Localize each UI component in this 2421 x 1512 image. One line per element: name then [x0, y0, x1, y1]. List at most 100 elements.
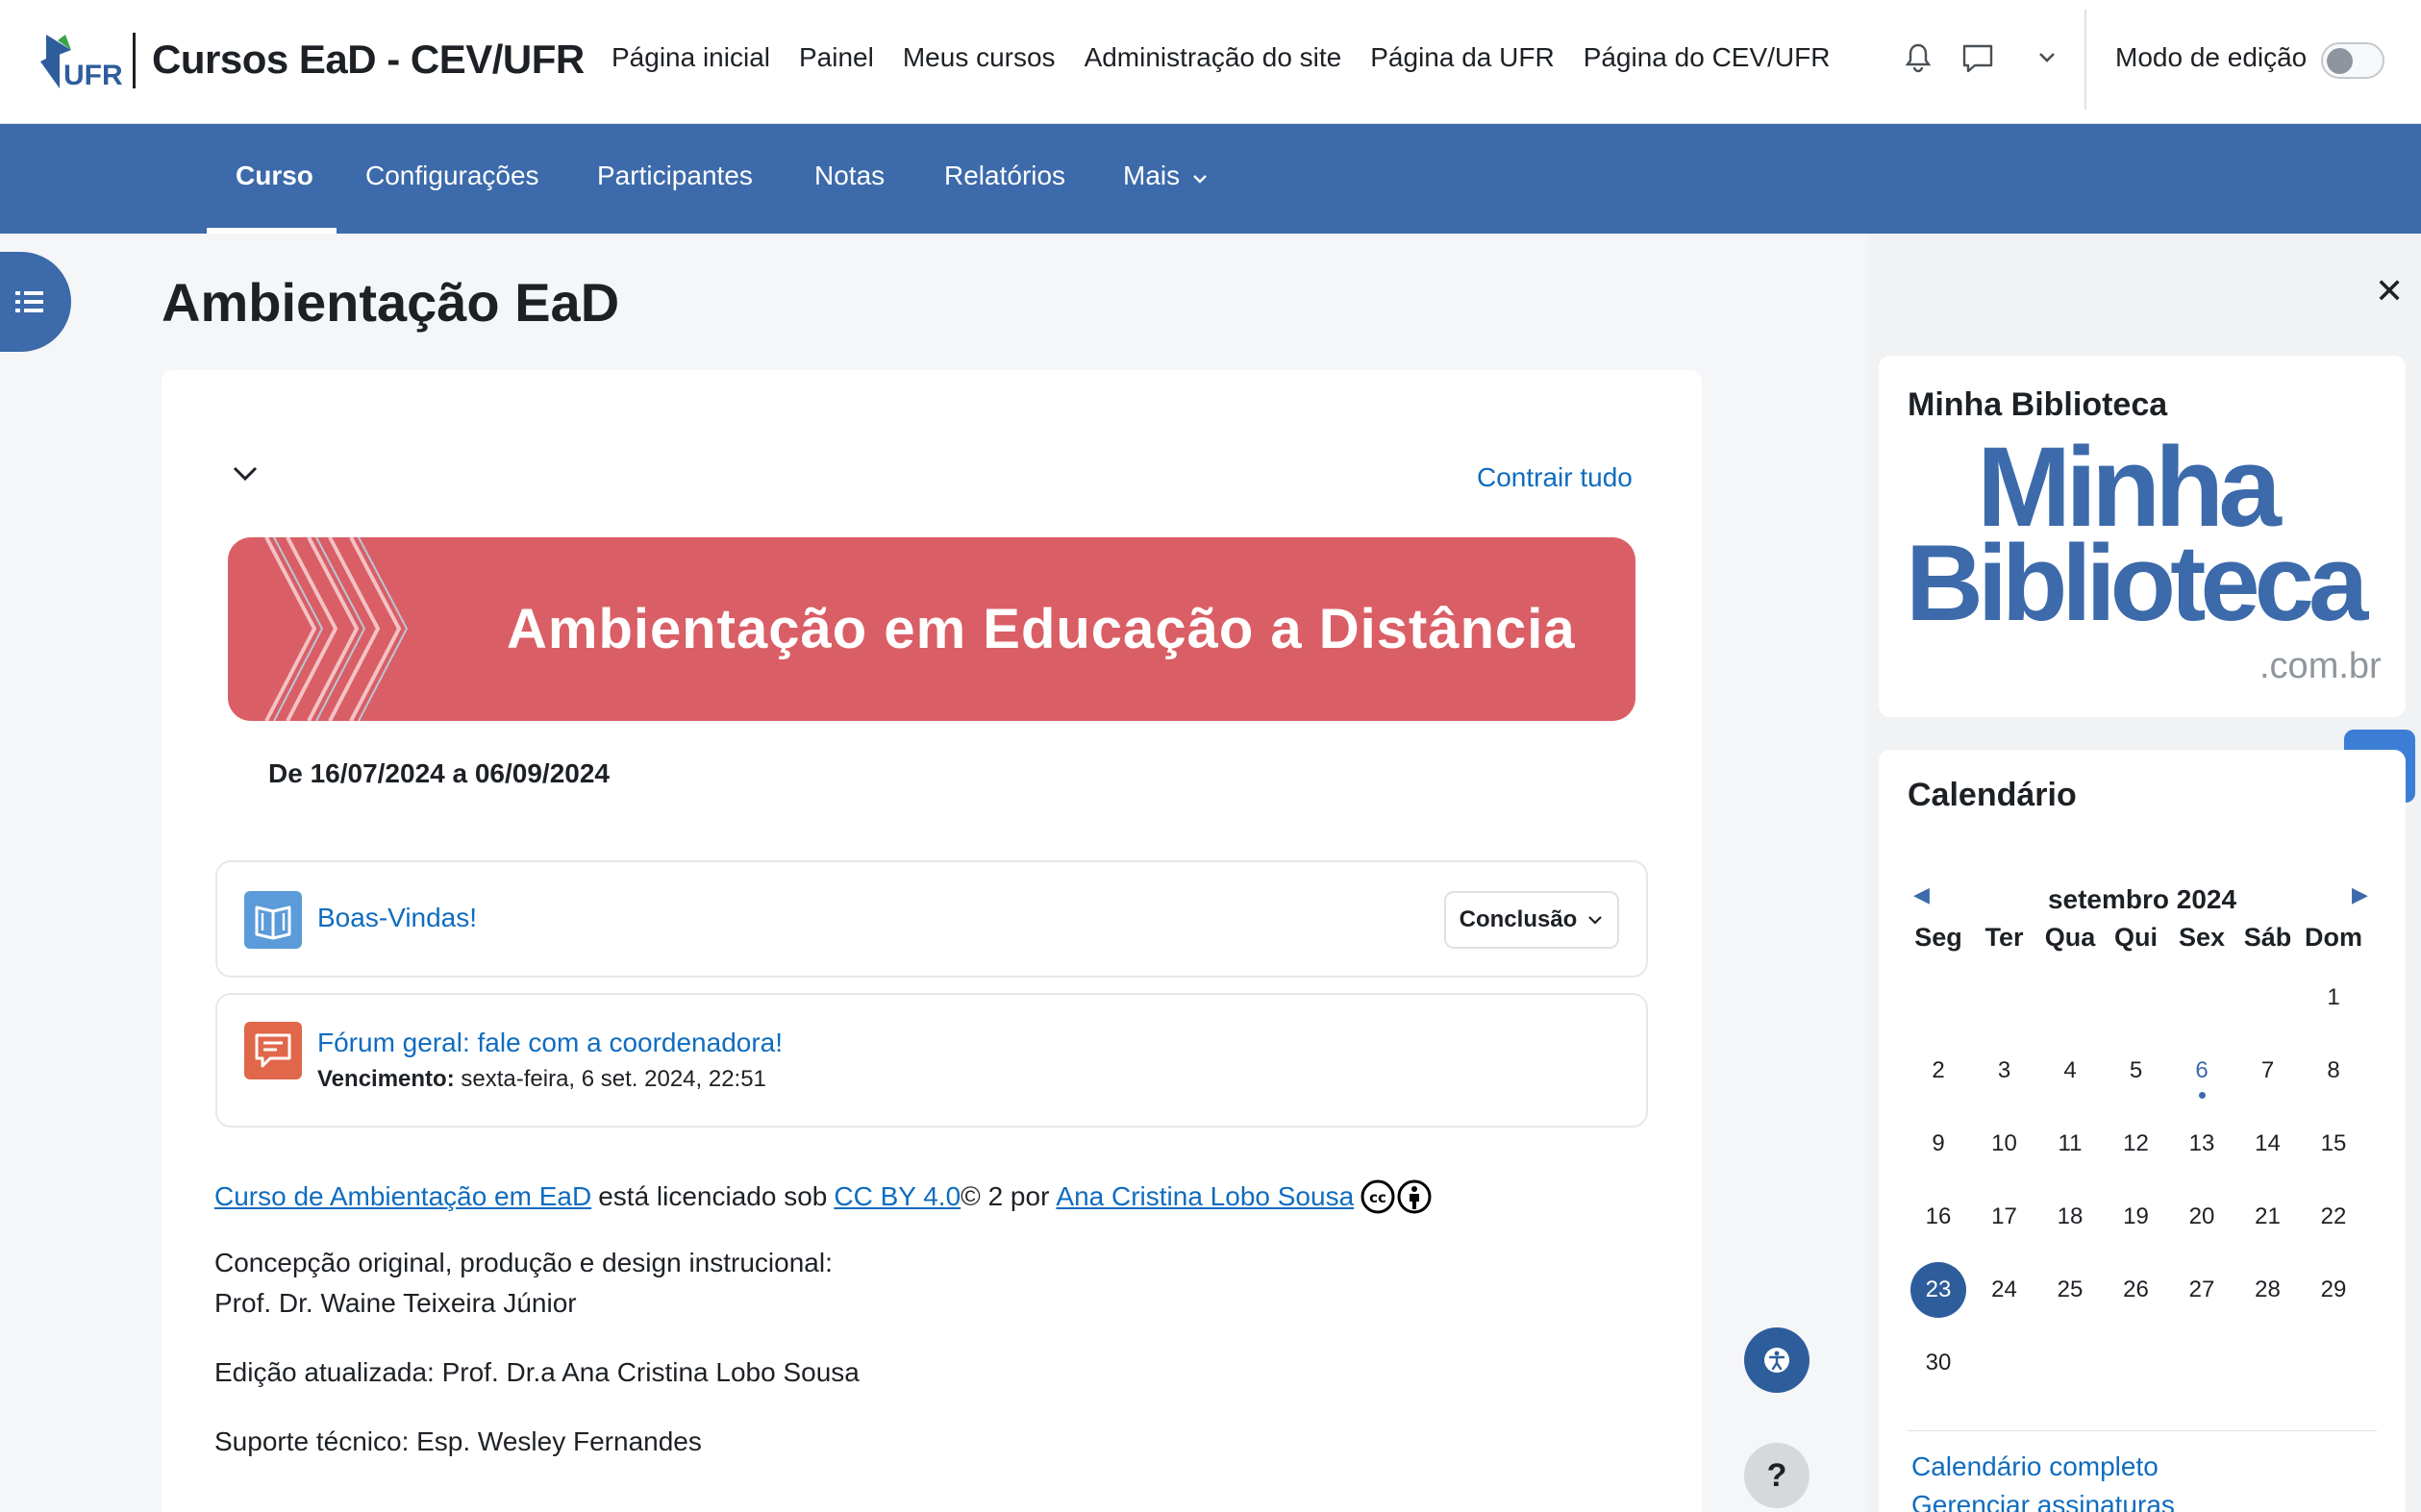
- due-label: Vencimento:: [317, 1066, 455, 1092]
- chevron-pattern-icon: [264, 537, 409, 721]
- calendar-day[interactable]: 9: [1906, 1130, 1971, 1157]
- edit-mode-label: Modo de edição: [2115, 42, 2308, 72]
- calendar-day[interactable]: 23: [1906, 1277, 1971, 1303]
- message-icon[interactable]: [1959, 38, 1997, 77]
- work-link[interactable]: Curso de Ambientação em EaD: [214, 1181, 591, 1212]
- calendar-day[interactable]: 19: [2104, 1203, 2169, 1230]
- nav-ufr-page[interactable]: Página da UFR: [1370, 42, 1554, 73]
- calendar-day[interactable]: 6: [2169, 1057, 2234, 1099]
- calendar-day[interactable]: 16: [1906, 1203, 1971, 1230]
- author-link[interactable]: Ana Cristina Lobo Sousa: [1056, 1181, 1354, 1212]
- calendar-day[interactable]: 10: [1972, 1130, 2037, 1157]
- user-menu-chevron-down-icon[interactable]: [2028, 38, 2066, 77]
- top-navbar: UFR Cursos EaD - CEV/UFR Página inicial …: [0, 0, 2421, 124]
- divider: [1908, 1430, 2377, 1431]
- activity-book: Boas-Vindas! Conclusão: [215, 860, 1648, 978]
- completion-dropdown[interactable]: Conclusão: [1444, 891, 1619, 949]
- calendar-day[interactable]: 24: [1972, 1277, 2037, 1303]
- logo-separator: [133, 33, 136, 88]
- calendar-day[interactable]: 15: [2301, 1130, 2366, 1157]
- course-navigation: Curso Configurações Participantes Notas …: [0, 124, 2421, 234]
- help-button[interactable]: ?: [1744, 1443, 1810, 1508]
- calendar-day[interactable]: 12: [2104, 1130, 2169, 1157]
- calendar-day[interactable]: 2: [1906, 1057, 1971, 1084]
- calendar-weekday: Dom: [2305, 923, 2362, 952]
- calendar-day[interactable]: 4: [2037, 1057, 2103, 1084]
- manage-subscriptions-link[interactable]: Gerenciar assinaturas: [1911, 1490, 2175, 1512]
- completion-label: Conclusão: [1459, 906, 1578, 932]
- calendar-weekday: Ter: [1984, 923, 2024, 952]
- edit-mode-toggle[interactable]: [2321, 42, 2384, 79]
- nav-my-courses[interactable]: Meus cursos: [903, 42, 1056, 73]
- tab-participants[interactable]: Participantes: [597, 161, 753, 191]
- calendar-weekday: Sáb: [2243, 923, 2292, 952]
- calendar-day[interactable]: 28: [2235, 1277, 2301, 1303]
- accessibility-button[interactable]: [1744, 1327, 1810, 1393]
- activity-due-date: Vencimento: sexta-feira, 6 set. 2024, 22…: [317, 1066, 766, 1093]
- calendar-day[interactable]: 22: [2301, 1203, 2366, 1230]
- calendar-day[interactable]: 14: [2235, 1130, 2301, 1157]
- activity-link[interactable]: Boas-Vindas!: [317, 903, 477, 933]
- toggle-knob: [2327, 48, 2353, 74]
- activity-link[interactable]: Fórum geral: fale com a coordenadora!: [317, 1028, 783, 1058]
- calendar-day[interactable]: 20: [2169, 1203, 2234, 1230]
- bell-icon[interactable]: [1899, 38, 1937, 77]
- calendar-day[interactable]: 30: [1906, 1350, 1971, 1376]
- calendar-day[interactable]: 21: [2235, 1203, 2301, 1230]
- calendar-day[interactable]: 3: [1972, 1057, 2037, 1084]
- tab-grades[interactable]: Notas: [814, 161, 885, 191]
- block-title: Minha Biblioteca: [1908, 386, 2168, 423]
- tab-course[interactable]: Curso: [236, 161, 313, 191]
- logo-text: UFR: [63, 60, 123, 91]
- svg-text:cc: cc: [1369, 1189, 1386, 1206]
- calendar-day[interactable]: 18: [2037, 1203, 2103, 1230]
- calendar-weekday: Sex: [2178, 923, 2226, 952]
- course-dates: De 16/07/2024 a 06/09/2024: [268, 758, 610, 788]
- license-link[interactable]: CC BY 4.0: [834, 1181, 961, 1212]
- copyright-text: © 2 por: [961, 1181, 1050, 1211]
- list-icon: [15, 291, 43, 312]
- calendar-day[interactable]: 29: [2301, 1277, 2366, 1303]
- section-collapse-chevron-down-icon[interactable]: [231, 464, 260, 488]
- calendar-day[interactable]: 1: [2301, 984, 2366, 1011]
- calendar-day[interactable]: 17: [1972, 1203, 2037, 1230]
- collapse-all-link[interactable]: Contrair tudo: [1477, 462, 1633, 493]
- next-month-arrow-icon[interactable]: ▶: [2352, 882, 2368, 907]
- nav-dashboard[interactable]: Painel: [799, 42, 874, 73]
- calendar-weekday: Seg: [1914, 923, 1962, 952]
- activity-forum: Fórum geral: fale com a coordenadora! Ve…: [215, 993, 1648, 1128]
- license-statement: Curso de Ambientação em EaD está licenci…: [214, 1178, 1433, 1215]
- book-icon: [244, 891, 302, 949]
- tab-settings[interactable]: Configurações: [365, 161, 539, 191]
- calendar-day[interactable]: 8: [2301, 1057, 2366, 1084]
- calendar-day[interactable]: 5: [2104, 1057, 2169, 1084]
- course-banner: Ambientação em Educação a Distância: [228, 537, 1635, 721]
- full-calendar-link[interactable]: Calendário completo: [1911, 1451, 2159, 1482]
- tab-reports[interactable]: Relatórios: [944, 161, 1065, 191]
- calendar-day[interactable]: 25: [2037, 1277, 2103, 1303]
- tab-more[interactable]: Mais: [1123, 161, 1209, 191]
- calendar-day[interactable]: 7: [2235, 1057, 2301, 1084]
- tab-more-label: Mais: [1123, 161, 1181, 190]
- calendar-day[interactable]: 27: [2169, 1277, 2234, 1303]
- event-dot: [2199, 1092, 2206, 1099]
- license-text: está licenciado sob: [598, 1181, 828, 1211]
- due-value: sexta-feira, 6 set. 2024, 22:51: [461, 1066, 766, 1092]
- calendar-month: setembro 2024: [2047, 884, 2237, 914]
- attribution-icon: [1396, 1178, 1433, 1215]
- calendar-day[interactable]: 26: [2104, 1277, 2169, 1303]
- course-index-toggle[interactable]: [0, 252, 71, 352]
- calendar-day[interactable]: 11: [2037, 1130, 2103, 1157]
- active-tab-indicator: [207, 228, 337, 234]
- credits-line: Concepção original, produção e design in…: [214, 1248, 833, 1277]
- chevron-down-icon: [1193, 175, 1207, 184]
- nav-home[interactable]: Página inicial: [611, 42, 770, 73]
- nav-site-admin[interactable]: Administração do site: [1085, 42, 1342, 73]
- nav-cev-page[interactable]: Página do CEV/UFR: [1584, 42, 1831, 73]
- calendar-block: Calendário ◀ setembro 2024 ▶ Seg Ter Qua Qu…: [1879, 750, 2406, 1512]
- calendar-day[interactable]: 13: [2169, 1130, 2234, 1157]
- site-name[interactable]: Cursos EaD - CEV/UFR: [152, 37, 585, 83]
- close-icon[interactable]: ✕: [2375, 271, 2404, 311]
- banner-title: Ambientação em Educação a Distância: [507, 598, 1576, 660]
- chevron-down-icon: [1588, 916, 1603, 925]
